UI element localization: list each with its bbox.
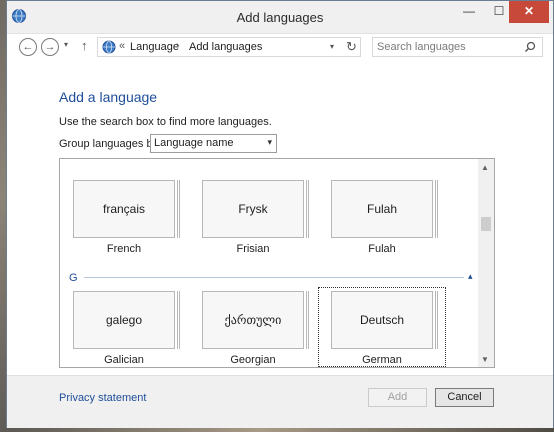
address-bar[interactable]: « Language › Add languages ▾ ↻ [97,37,361,57]
language-caption: Frisian [236,243,270,255]
navigation-bar: ← → ▾ ↑ « Language › Add languages ▾ ↻ S… [7,33,553,61]
minimize-button[interactable]: — [455,1,483,23]
native-name: Frysk [238,202,268,216]
group-header-g: G [69,272,78,284]
scroll-thumb[interactable] [481,217,491,231]
native-name: français [102,202,146,216]
close-button[interactable]: ✕ [509,1,549,23]
language-tile-french[interactable]: français [73,180,175,238]
privacy-statement-link[interactable]: Privacy statement [59,392,146,404]
page-title: Add a language [59,89,158,105]
breadcrumb-separator[interactable]: › [176,40,179,51]
search-hint: Use the search box to find more language… [59,116,272,128]
scroll-up-arrow[interactable]: ▲ [481,163,489,172]
globe-icon [102,40,116,54]
scroll-down-arrow[interactable]: ▼ [481,355,489,364]
add-button[interactable]: Add [368,388,427,407]
language-tile-fulah[interactable]: Fulah [331,180,433,238]
group-by-value[interactable]: Language name [154,137,234,149]
language-list: français French Frysk Frisian Fulah Fula… [59,158,495,368]
language-tile-georgian[interactable]: ქართული [202,291,304,349]
language-tile-galician[interactable]: galego [73,291,175,349]
cancel-button[interactable]: Cancel [435,388,494,407]
address-chevron-down-icon[interactable]: ▾ [330,42,334,51]
address-prefix[interactable]: « [119,40,125,52]
native-name: Deutsch [359,313,405,327]
tile-face[interactable]: ქართული [202,291,304,349]
refresh-icon[interactable]: ↻ [346,39,357,55]
tile-face[interactable]: français [73,180,175,238]
language-tile-german[interactable]: Deutsch [331,291,433,349]
group-by-select[interactable]: Language name ▾ [150,134,277,153]
language-caption: Georgian [230,354,276,366]
group-by-label: Group languages by: [59,138,162,150]
search-icon[interactable] [524,41,536,53]
language-caption: Galician [104,354,144,366]
language-caption: German [362,354,402,366]
footer-bar: Privacy statement Add Cancel [7,375,553,428]
tile-face[interactable]: Fulah [331,180,433,238]
language-caption: Fulah [368,243,396,255]
up-icon[interactable]: ↑ [81,38,88,53]
chevron-down-icon[interactable]: ▾ [267,137,272,148]
tile-face[interactable]: Deutsch [331,291,433,349]
language-caption: French [106,243,142,255]
breadcrumb-add-languages[interactable]: Add languages [189,41,262,53]
native-name: Fulah [366,202,398,216]
tile-face[interactable]: Frysk [202,180,304,238]
native-name: galego [105,313,143,327]
search-input[interactable]: Search languages [377,41,466,53]
search-box[interactable]: Search languages [372,37,543,57]
vertical-scrollbar[interactable]: ▲ ▼ [478,159,494,367]
collapse-group-icon[interactable]: ▴ [468,271,473,282]
recent-locations-chevron-down-icon[interactable]: ▾ [64,40,68,49]
back-icon[interactable]: ← [19,38,37,56]
language-tile-frisian[interactable]: Frysk [202,180,304,238]
forward-icon[interactable]: → [41,38,59,56]
tile-face[interactable]: galego [73,291,175,349]
native-name: ქართული [224,313,282,327]
title-bar[interactable]: Add languages — ☐ ✕ [7,1,553,34]
add-languages-window: Add languages — ☐ ✕ ← → ▾ ↑ « Language ›… [6,0,554,428]
breadcrumb-language[interactable]: Language [130,41,179,53]
group-divider [84,277,464,278]
